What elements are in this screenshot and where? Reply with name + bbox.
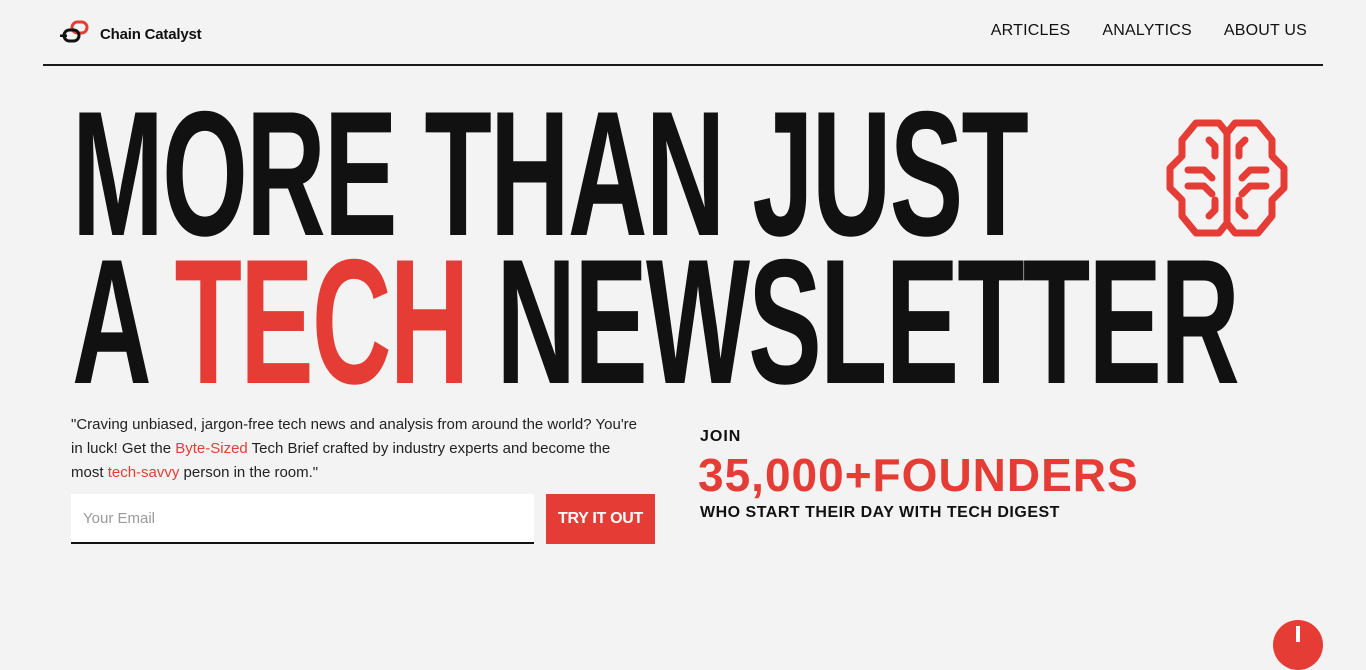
founders-count: 35,000+FOUNDERS bbox=[698, 449, 1139, 501]
founders-tagline: WHO START THEIR DAY WITH TECH DIGEST bbox=[700, 504, 1060, 521]
headline-word-newsletter: NEWSLETTER bbox=[467, 222, 1239, 421]
highlight-byte-sized: Byte-Sized bbox=[175, 440, 248, 457]
headline-word-a: A bbox=[72, 222, 175, 421]
nav-articles[interactable]: ARTICLES bbox=[991, 22, 1071, 40]
nav-about-us[interactable]: ABOUT US bbox=[1224, 22, 1307, 40]
main-nav: ARTICLES ANALYTICS ABOUT US bbox=[991, 22, 1307, 40]
brand-logo[interactable]: Chain Catalyst bbox=[60, 20, 202, 49]
nav-analytics[interactable]: ANALYTICS bbox=[1102, 22, 1192, 40]
site-header: Chain Catalyst ARTICLES ANALYTICS ABOUT … bbox=[43, 0, 1323, 66]
floating-action-button[interactable] bbox=[1273, 620, 1323, 670]
email-input[interactable] bbox=[71, 494, 534, 544]
chain-link-icon bbox=[60, 20, 92, 49]
brain-circuit-icon bbox=[1166, 118, 1288, 243]
try-it-out-button[interactable]: TRY IT OUT bbox=[546, 494, 655, 544]
intro-part-3: person in the room." bbox=[179, 464, 319, 481]
headline-line-2: A TECH NEWSLETTER bbox=[72, 233, 1240, 411]
headline-accent-word: TECH bbox=[174, 222, 470, 421]
join-label: JOIN bbox=[700, 428, 742, 445]
brand-name: Chain Catalyst bbox=[100, 26, 202, 43]
highlight-tech-savvy: tech-savvy bbox=[107, 464, 180, 481]
intro-text: "Craving unbiased, jargon-free tech news… bbox=[71, 413, 641, 485]
